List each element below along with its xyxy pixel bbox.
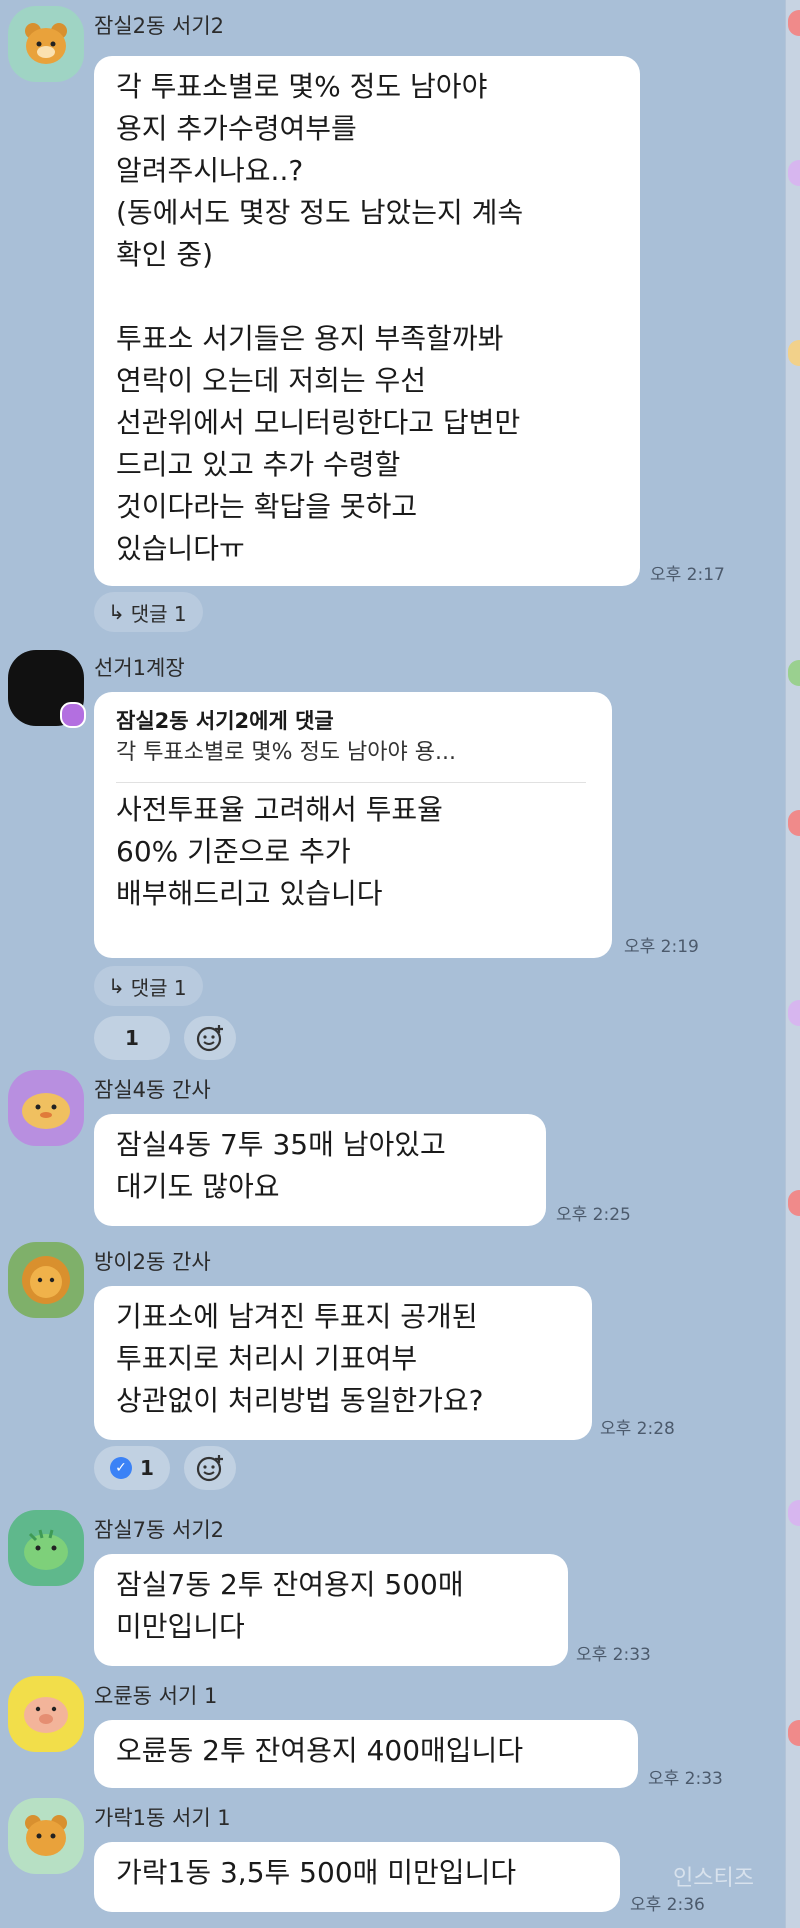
bear-character-icon: [25, 1815, 67, 1856]
dinosaur-character-icon: [24, 1529, 68, 1570]
edge-avatar-fragment: [788, 810, 800, 836]
sender-name: 오륜동 서기 1: [94, 1684, 218, 1708]
bear-character-icon: [25, 23, 67, 64]
message-text: 사전투표율 고려해서 투표율 60% 기준으로 추가 배부해드리고 있습니다: [116, 793, 443, 910]
edge-avatar-fragment: [788, 1000, 800, 1026]
pig-character-icon: [24, 1697, 68, 1733]
sender-name: 잠실4동 간사: [94, 1078, 211, 1102]
avatar[interactable]: [8, 1070, 84, 1146]
message-time: 오후 2:28: [600, 1419, 675, 1439]
message-time: 오후 2:33: [648, 1769, 723, 1789]
sender-name: 방이2동 간사: [94, 1250, 211, 1274]
avatar[interactable]: [8, 1510, 84, 1586]
edge-avatar-fragment: [788, 160, 800, 186]
add-reaction-button[interactable]: [184, 1016, 236, 1060]
avatar[interactable]: [8, 1242, 84, 1318]
avatar[interactable]: [8, 6, 84, 82]
sender-name: 선거1계장: [94, 656, 185, 680]
edge-avatar-fragment: [788, 1190, 800, 1216]
quoted-reply-title: 잠실2동 서기2에게 댓글: [116, 709, 334, 733]
reaction-count: 1: [125, 1026, 139, 1050]
edge-avatar-fragment: [788, 1500, 800, 1526]
reaction-row: ✓ 1: [94, 1446, 236, 1490]
online-badge-icon: [60, 702, 86, 728]
sender-name: 잠실7동 서기2: [94, 1518, 224, 1542]
message-bubble[interactable]: 가락1동 3,5투 500매 미만입니다: [94, 1842, 620, 1912]
reply-arrow-icon: ↳: [108, 974, 125, 998]
add-emoji-icon: [196, 1455, 223, 1482]
reaction-row: 1: [94, 1016, 236, 1060]
reply-count-label: 댓글 1: [130, 975, 187, 1000]
watermark: 인스티즈: [673, 1866, 754, 1891]
avatar[interactable]: [8, 1676, 84, 1752]
reaction-count-chip[interactable]: 1: [94, 1016, 170, 1060]
message-time: 오후 2:17: [650, 565, 725, 585]
message-bubble[interactable]: 오륜동 2투 잔여용지 400매입니다: [94, 1720, 638, 1788]
add-emoji-icon: [196, 1025, 223, 1052]
avatar[interactable]: [8, 650, 86, 728]
reply-arrow-icon: ↳: [108, 600, 125, 624]
sender-name: 잠실2동 서기2: [94, 14, 224, 38]
message-bubble[interactable]: 각 투표소별로 몇% 정도 남아야 용지 추가수령여부를 알려주시나요..? (…: [94, 56, 640, 586]
reaction-count: 1: [140, 1456, 154, 1480]
message-bubble[interactable]: 잠실2동 서기2에게 댓글 각 투표소별로 몇% 정도 남아야 용... 사전투…: [94, 692, 612, 958]
edge-avatar-fragment: [788, 10, 800, 36]
message-time: 오후 2:36: [630, 1895, 705, 1915]
edge-avatar-fragment: [788, 660, 800, 686]
quoted-reply[interactable]: 잠실2동 서기2에게 댓글 각 투표소별로 몇% 정도 남아야 용...: [116, 706, 586, 783]
message-bubble[interactable]: 기표소에 남겨진 투표지 공개된 투표지로 처리시 기표여부 상관없이 처리방법…: [94, 1286, 592, 1440]
message-time: 오후 2:33: [576, 1645, 651, 1665]
chick-character-icon: [22, 1093, 70, 1129]
reply-thread-button[interactable]: ↳ 댓글 1: [94, 592, 203, 632]
edge-avatar-fragment: [788, 1720, 800, 1746]
reaction-count-chip[interactable]: ✓ 1: [94, 1446, 170, 1490]
message-bubble[interactable]: 잠실7동 2투 잔여용지 500매 미만입니다: [94, 1554, 568, 1666]
edge-avatar-fragment: [788, 340, 800, 366]
check-badge-icon: ✓: [110, 1457, 133, 1479]
quoted-reply-text: 각 투표소별로 몇% 정도 남아야 용...: [116, 740, 456, 765]
message-time: 오후 2:19: [624, 937, 699, 957]
add-reaction-button[interactable]: [184, 1446, 236, 1490]
lion-character-icon: [22, 1256, 70, 1304]
reply-count-label: 댓글 1: [130, 601, 187, 626]
avatar[interactable]: [8, 1798, 84, 1874]
message-bubble[interactable]: 잠실4동 7투 35매 남아있고 대기도 많아요: [94, 1114, 546, 1226]
sender-name: 가락1동 서기 1: [94, 1806, 231, 1830]
reply-thread-button[interactable]: ↳ 댓글 1: [94, 966, 203, 1006]
message-time: 오후 2:25: [556, 1205, 631, 1225]
right-scroll-edge: [785, 0, 800, 1928]
